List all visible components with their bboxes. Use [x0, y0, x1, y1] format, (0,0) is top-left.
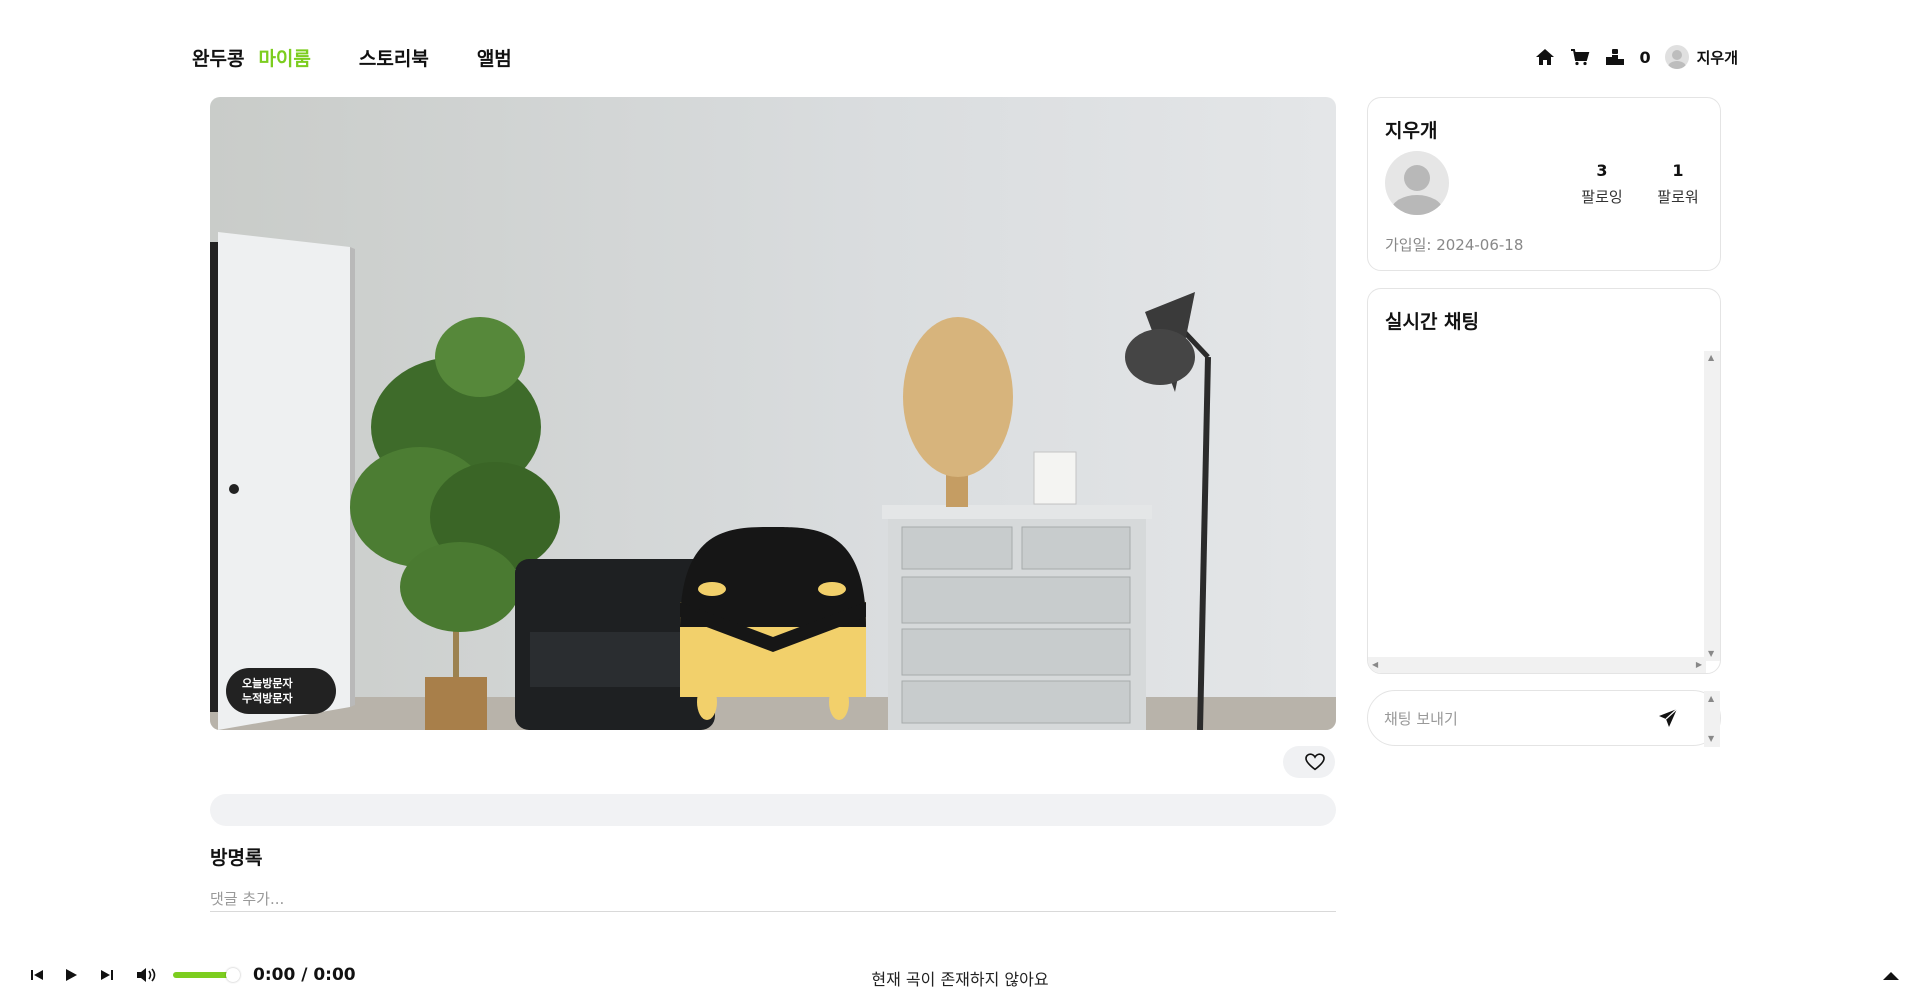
- followers-stat[interactable]: 1 팔로워: [1648, 161, 1708, 207]
- like-button[interactable]: [1283, 746, 1335, 778]
- scroll-up-icon[interactable]: ▲: [1708, 354, 1714, 362]
- visitors-today-label: 오늘방문자: [242, 677, 293, 690]
- scroll-left-icon[interactable]: ◀: [1372, 661, 1378, 669]
- guestbook-title: 방명록: [210, 847, 263, 869]
- followers-label: 팔로워: [1657, 188, 1699, 206]
- profile-name: 지우개: [1385, 120, 1438, 142]
- heart-icon: [1305, 753, 1325, 771]
- room-background-image: [210, 97, 1336, 730]
- scroll-right-icon[interactable]: ▶: [1696, 661, 1702, 669]
- default-user-icon: [1391, 165, 1443, 215]
- chat-input-box: ▲ ▼: [1367, 690, 1721, 747]
- following-stat[interactable]: 3 팔로잉: [1572, 161, 1632, 207]
- visitors-total-label: 누적방문자: [242, 692, 293, 705]
- chat-vertical-scrollbar[interactable]: ▲ ▼: [1704, 351, 1720, 661]
- guestbook-comment-input[interactable]: [210, 886, 1336, 912]
- header-actions: 0 지우개: [1520, 44, 1738, 70]
- top-header: 완두콩 마이룸 스토리북 앨범 0 지우개: [0, 0, 1920, 96]
- ranking-icon[interactable]: [1605, 47, 1625, 67]
- nav-album[interactable]: 앨범: [477, 44, 512, 71]
- point-count: 0: [1639, 47, 1651, 67]
- scroll-down-icon[interactable]: ▼: [1708, 735, 1714, 743]
- music-player: 0:00 / 0:00 현재 곡이 존재하지 않아요: [0, 950, 1920, 1000]
- chat-input-scrollbar[interactable]: ▲ ▼: [1704, 691, 1720, 747]
- chat-message-input[interactable]: [1384, 707, 1644, 731]
- join-date: 가입일: 2024-06-18: [1385, 236, 1524, 254]
- chat-horizontal-scrollbar[interactable]: ◀ ▶: [1368, 657, 1706, 673]
- scroll-down-icon[interactable]: ▼: [1708, 650, 1714, 658]
- header-username[interactable]: 지우개: [1697, 47, 1738, 68]
- home-icon[interactable]: [1535, 47, 1555, 67]
- brand-logo[interactable]: 완두콩: [192, 44, 244, 71]
- following-label: 팔로잉: [1581, 188, 1623, 206]
- status-bar: [210, 794, 1336, 826]
- live-chat-panel: 실시간 채팅 ▲ ▼ ◀ ▶: [1367, 288, 1721, 674]
- scroll-up-icon[interactable]: ▲: [1708, 695, 1714, 703]
- send-icon[interactable]: [1658, 708, 1680, 730]
- now-playing-status: 현재 곡이 존재하지 않아요: [871, 970, 1049, 989]
- cart-icon[interactable]: [1570, 47, 1590, 67]
- profile-avatar: [1385, 151, 1449, 215]
- chat-title: 실시간 채팅: [1385, 311, 1480, 333]
- room-scene: 오늘방문자 누적방문자: [210, 97, 1336, 730]
- nav-storybook[interactable]: 스토리북: [359, 44, 429, 71]
- followers-count: 1: [1672, 161, 1684, 180]
- profile-card: 지우개 3 팔로잉 1 팔로워 가입일: 2024-06-18: [1367, 97, 1721, 271]
- main-nav: 완두콩 마이룸 스토리북 앨범: [192, 44, 560, 71]
- expand-player-icon[interactable]: [1882, 968, 1900, 982]
- visitor-counter-badge: 오늘방문자 누적방문자: [226, 668, 336, 714]
- nav-myroom[interactable]: 마이룸: [258, 44, 310, 71]
- user-avatar[interactable]: [1664, 45, 1689, 69]
- following-count: 3: [1596, 161, 1608, 180]
